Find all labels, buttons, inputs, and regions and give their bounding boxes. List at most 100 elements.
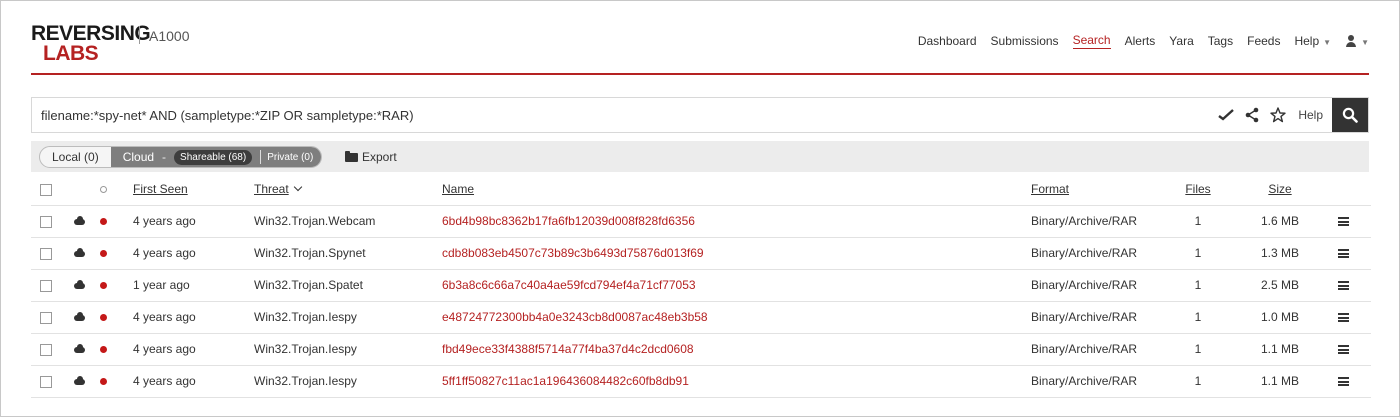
chevron-down-icon: ▼ (1361, 38, 1369, 47)
cloud-separator: - (162, 150, 167, 164)
export-button[interactable]: Export (345, 150, 397, 164)
first-seen-header[interactable]: First Seen (133, 173, 254, 206)
sample-hash-link[interactable]: 5ff1ff50827c11ac1a196436084482c60fb8db91 (442, 374, 689, 388)
format-header[interactable]: Format (1031, 173, 1157, 206)
threat-header[interactable]: Threat (254, 173, 442, 206)
cloud-icon (74, 279, 85, 289)
verify-icon[interactable] (1213, 98, 1239, 132)
menu-column-header (1321, 173, 1371, 206)
row-menu-cell (1321, 301, 1371, 334)
row-checkbox[interactable] (40, 215, 52, 228)
row-select-cell (31, 269, 74, 302)
user-menu[interactable]: ▼ (1345, 34, 1369, 48)
nav-help-menu[interactable]: Help ▼ (1294, 34, 1331, 48)
menu-icon[interactable] (1337, 249, 1349, 259)
menu-icon[interactable] (1337, 217, 1349, 227)
row-checkbox[interactable] (40, 343, 52, 356)
filter-divider (260, 150, 262, 164)
name-header-label: Name (442, 181, 475, 196)
sample-hash-link[interactable]: 6b3a8c6c66a7c40a4ae59fcd794ef4a71cf77053 (442, 278, 696, 292)
row-checkbox[interactable] (40, 375, 52, 388)
malicious-status-icon (100, 250, 107, 258)
cloud-results-toggle[interactable]: Cloud - Shareable (68) Private (0) (110, 147, 322, 167)
logo-wordmark-bottom: LABS (43, 42, 99, 65)
row-menu-cell (1321, 365, 1371, 398)
private-filter[interactable]: Private (0) (267, 152, 313, 163)
status-column-header (100, 173, 133, 206)
row-checkbox[interactable] (40, 247, 52, 260)
row-select-cell (31, 237, 74, 270)
menu-icon[interactable] (1337, 281, 1349, 291)
status-cell (100, 365, 133, 398)
local-results-toggle[interactable]: Local (0) (40, 147, 111, 167)
cloud-cell (74, 269, 100, 302)
size-cell: 1.1 MB (1239, 333, 1321, 366)
files-header[interactable]: Files (1157, 173, 1239, 206)
menu-icon[interactable] (1337, 377, 1349, 387)
nav-feeds[interactable]: Feeds (1247, 34, 1280, 48)
product-name: A1000 (149, 28, 190, 44)
header-divider (31, 73, 1369, 75)
first-seen-cell: 4 years ago (133, 205, 254, 238)
size-header[interactable]: Size (1239, 173, 1321, 206)
malicious-status-icon (100, 282, 107, 290)
table-row: 4 years ago Win32.Trojan.Iespy e48724772… (31, 301, 1371, 334)
row-checkbox[interactable] (40, 279, 52, 292)
files-cell: 1 (1157, 301, 1239, 334)
malicious-status-icon (100, 314, 107, 322)
status-cell (100, 269, 133, 302)
share-icon[interactable] (1239, 98, 1265, 132)
select-all-checkbox[interactable] (40, 183, 52, 196)
menu-icon[interactable] (1337, 345, 1349, 355)
format-cell: Binary/Archive/RAR (1031, 301, 1157, 334)
export-label: Export (362, 150, 397, 164)
first-seen-header-label: First Seen (133, 181, 188, 196)
source-toggle: Local (0) Cloud - Shareable (68) Private… (39, 146, 323, 168)
cloud-cell (74, 205, 100, 238)
sample-hash-link[interactable]: 6bd4b98bc8362b17fa6fb12039d008f828fd6356 (442, 214, 695, 228)
search-button[interactable] (1332, 98, 1368, 132)
threat-cell: Win32.Trojan.Iespy (254, 333, 442, 366)
menu-icon[interactable] (1337, 313, 1349, 323)
files-header-label: Files (1185, 181, 1211, 196)
row-checkbox[interactable] (40, 311, 52, 324)
format-cell: Binary/Archive/RAR (1031, 205, 1157, 238)
nav-dashboard[interactable]: Dashboard (918, 34, 977, 48)
status-cell (100, 237, 133, 270)
table-row: 1 year ago Win32.Trojan.Spatet 6b3a8c6c6… (31, 269, 1371, 302)
threat-cell: Win32.Trojan.Iespy (254, 365, 442, 398)
size-cell: 1.6 MB (1239, 205, 1321, 238)
cloud-icon (74, 247, 85, 257)
name-header[interactable]: Name (442, 173, 1031, 206)
nav-submissions[interactable]: Submissions (991, 34, 1059, 48)
nav-search[interactable]: Search (1072, 33, 1111, 49)
sample-hash-link[interactable]: cdb8b083eb4507c73b89c3b6493d75876d013f69 (442, 246, 704, 260)
star-icon[interactable] (1265, 98, 1291, 132)
table-row: 4 years ago Win32.Trojan.Iespy 5ff1ff508… (31, 365, 1371, 398)
shareable-filter[interactable]: Shareable (68) (174, 149, 253, 165)
app-frame: REVERSING LABS A1000 Dashboard Submissio… (0, 0, 1400, 417)
format-cell: Binary/Archive/RAR (1031, 237, 1157, 270)
nav-alerts[interactable]: Alerts (1125, 34, 1156, 48)
threat-cell: Win32.Trojan.Spatet (254, 269, 442, 302)
folder-icon (345, 150, 358, 162)
reversinglabs-logo[interactable]: REVERSING LABS (31, 23, 151, 65)
malicious-status-icon (100, 218, 107, 226)
row-menu-cell (1321, 237, 1371, 270)
row-menu-cell (1321, 333, 1371, 366)
nav-tags[interactable]: Tags (1208, 34, 1233, 48)
first-seen-cell: 4 years ago (133, 237, 254, 270)
name-cell: e48724772300bb4a0e3243cb8d0087ac48eb3b58 (442, 301, 1031, 334)
search-help-link[interactable]: Help (1298, 108, 1323, 122)
files-cell: 1 (1157, 205, 1239, 238)
search-icon (1342, 107, 1358, 123)
sample-hash-link[interactable]: fbd49ece33f4388f5714a77f4ba37d4c2dcd0608 (442, 342, 694, 356)
sample-hash-link[interactable]: e48724772300bb4a0e3243cb8d0087ac48eb3b58 (442, 310, 708, 324)
name-cell: 6bd4b98bc8362b17fa6fb12039d008f828fd6356 (442, 205, 1031, 238)
name-cell: fbd49ece33f4388f5714a77f4ba37d4c2dcd0608 (442, 333, 1031, 366)
search-input[interactable] (41, 108, 1141, 123)
cloud-cell (74, 237, 100, 270)
row-select-cell (31, 365, 74, 398)
nav-yara[interactable]: Yara (1169, 34, 1193, 48)
row-select-cell (31, 301, 74, 334)
